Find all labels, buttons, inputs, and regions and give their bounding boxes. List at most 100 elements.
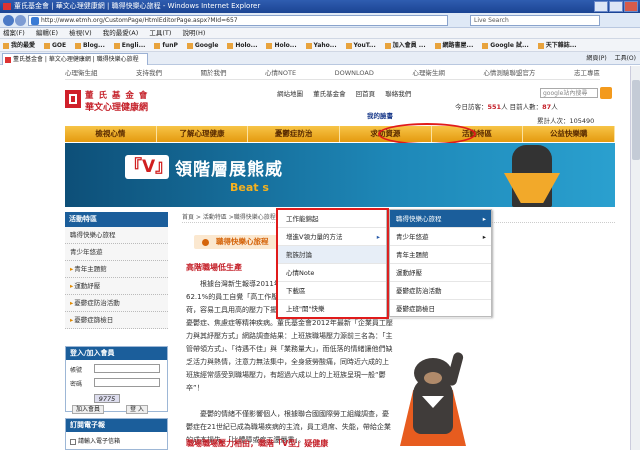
- back-icon[interactable]: [3, 15, 14, 26]
- favorite-link[interactable]: Google: [186, 42, 218, 49]
- favorite-link[interactable]: 加入會員 ...: [384, 42, 426, 49]
- favorite-link[interactable]: Holo...: [227, 42, 258, 49]
- dropdown-item[interactable]: 運動紓壓: [390, 264, 491, 282]
- menu-edit[interactable]: 編輯(E): [36, 29, 58, 37]
- toplink[interactable]: 心理衛生組: [65, 66, 98, 79]
- menu-favorites[interactable]: 我的最愛(A): [103, 29, 139, 37]
- toplink[interactable]: 關於我們: [201, 66, 227, 79]
- menu-file[interactable]: 檔案(F): [3, 29, 25, 37]
- menu-view[interactable]: 檢視(V): [69, 29, 92, 37]
- password-label: 密碼: [70, 381, 83, 388]
- toplink[interactable]: 心情測驗聯盟官方: [483, 66, 535, 79]
- favorite-link[interactable]: funP: [154, 42, 178, 49]
- favorite-link[interactable]: Blog...: [74, 42, 105, 49]
- browser-search-input[interactable]: Live Search: [470, 15, 600, 26]
- sidebar-item[interactable]: 憂鬱症防治活動: [65, 295, 168, 312]
- nav-mental-health[interactable]: 了解心理健康: [157, 126, 249, 142]
- window-title: 董氏基金會 | 華文心理健康網 | 職得快樂心旅程 - Windows Inte…: [14, 2, 261, 10]
- highlight-circle: [378, 123, 476, 145]
- header-link[interactable]: 網站地圖: [277, 90, 303, 98]
- toplink[interactable]: 支持我們: [136, 66, 162, 79]
- dropdown-item[interactable]: 憂鬱症篩檢日: [390, 300, 491, 318]
- total-label: 累計人次：: [537, 117, 570, 125]
- toplink[interactable]: 心理衛生網: [412, 66, 445, 79]
- site-favicon-icon: [5, 57, 11, 63]
- link-icon: [345, 42, 352, 49]
- bear-mascot-illustration: [400, 351, 466, 446]
- foundation-logo-icon: [65, 90, 81, 108]
- maximize-button[interactable]: [609, 1, 623, 12]
- favorite-link[interactable]: Holo...: [266, 42, 297, 49]
- epaper-subscribe[interactable]: 請輸入電子信箱: [70, 436, 120, 445]
- today-label: 今日訪客：: [455, 103, 488, 111]
- login-box: 登入/加入會員 帳號 密碼 9775 加入會員 登 入: [65, 346, 168, 414]
- login-button[interactable]: 登 入: [126, 405, 148, 414]
- header-link[interactable]: 回首頁: [356, 90, 376, 98]
- forward-icon[interactable]: [15, 15, 26, 26]
- browser-tab[interactable]: 董氏基金會 | 華文心理健康網 | 職得快樂心旅程: [2, 53, 148, 65]
- window-controls: [594, 1, 638, 12]
- scrollbar-thumb[interactable]: [632, 80, 640, 160]
- join-button[interactable]: 加入會員: [72, 405, 105, 414]
- banner-bear-illustration: [512, 145, 552, 207]
- dropdown-item[interactable]: 青年主題館: [390, 246, 491, 264]
- link-icon: [305, 42, 312, 49]
- nav-check-mood[interactable]: 檢視心情: [65, 126, 157, 142]
- online-value: 87: [542, 103, 552, 111]
- favorite-link[interactable]: Engli...: [113, 42, 145, 49]
- account-label: 帳號: [70, 367, 83, 374]
- toplink[interactable]: 心情NOTE: [265, 66, 296, 79]
- sidebar-item[interactable]: 運動紓壓: [65, 278, 168, 295]
- toplink[interactable]: 志工專區: [574, 66, 600, 79]
- favorite-link[interactable]: YouT...: [345, 42, 376, 49]
- favorite-link[interactable]: Yaho...: [305, 42, 337, 49]
- vertical-scrollbar[interactable]: [630, 66, 640, 450]
- favorite-link[interactable]: 網路書屋...: [434, 42, 473, 49]
- account-input[interactable]: [94, 364, 160, 373]
- menu-tools[interactable]: 工具(T): [149, 29, 171, 37]
- page-menu[interactable]: 網頁(P): [586, 55, 606, 62]
- dropdown-item[interactable]: 職得快樂心旅程 ▸: [390, 210, 491, 228]
- menu-bar: 檔案(F) 編輯(E) 檢視(V) 我的最愛(A) 工具(T) 說明(H): [0, 28, 640, 39]
- dropdown-label: 青少年悠遊: [396, 233, 429, 241]
- total-visits: 累計人次：105490: [537, 115, 594, 125]
- sidebar-header: 活動特區: [65, 212, 168, 227]
- favorites-bar: 我的最愛 GOE Blog... Engli... funP Google Ho…: [0, 39, 640, 52]
- header-link[interactable]: 董氏基金會: [313, 90, 346, 98]
- toplink[interactable]: DOWNLOAD: [335, 66, 374, 79]
- today-value: 551: [487, 103, 502, 111]
- facebook-link[interactable]: 我的臉書: [367, 110, 393, 120]
- dropdown-item[interactable]: 憂鬱症防治活動: [390, 282, 491, 300]
- page-viewport: 心理衛生組 支持我們 關於我們 心情NOTE DOWNLOAD 心理衛生網 心情…: [0, 66, 630, 450]
- sidebar-item[interactable]: 青年主題館: [65, 261, 168, 278]
- sidebar: 活動特區 職得快樂心旅程 青少年悠遊 青年主題館 運動紓壓 憂鬱症防治活動 憂鬱…: [65, 212, 168, 329]
- tab-label: 董氏基金會 | 華文心理健康網 | 職得快樂心旅程: [13, 56, 139, 63]
- favorite-link[interactable]: GOE: [43, 42, 66, 49]
- site-search-input[interactable]: google站內搜尋: [540, 88, 598, 98]
- favorite-link[interactable]: 天下雜誌...: [537, 42, 577, 49]
- page-tools: 網頁(P) 工具(O): [580, 52, 636, 65]
- sidebar-item[interactable]: 憂鬱症篩檢日: [65, 312, 168, 329]
- tools-menu[interactable]: 工具(O): [615, 55, 636, 62]
- favorite-link[interactable]: Google 試...: [482, 42, 529, 49]
- password-input[interactable]: [94, 378, 160, 387]
- window-titlebar: 董氏基金會 | 華文心理健康網 | 職得快樂心旅程 - Windows Inte…: [0, 0, 640, 13]
- close-button[interactable]: [624, 1, 638, 12]
- sidebar-item[interactable]: 青少年悠遊: [65, 244, 168, 261]
- header-link[interactable]: 聯絡我們: [385, 90, 411, 98]
- sidebar-item[interactable]: 職得快樂心旅程: [65, 227, 168, 244]
- site-logo[interactable]: 董 氏 基 金 會 華文心理健康網: [65, 88, 165, 116]
- online-label: 人 目前人數：: [501, 103, 543, 111]
- activities-dropdown: 職得快樂心旅程 ▸ 青少年悠遊 ▸ 青年主題館 運動紓壓 憂鬱症防治活動 憂鬱症篩檢…: [389, 209, 492, 318]
- address-field[interactable]: http://www.etmh.org/CustomPage/HtmlEdito…: [28, 15, 448, 26]
- header-links: 網站地圖 董氏基金會 回首頁 聯絡我們: [277, 88, 419, 98]
- bear-muzzle: [424, 372, 442, 384]
- dropdown-item[interactable]: 青少年悠遊 ▸: [390, 228, 491, 246]
- search-icon[interactable]: [600, 87, 612, 99]
- nav-charity-shop[interactable]: 公益快樂購: [523, 126, 616, 142]
- nav-depression[interactable]: 憂鬱症防治: [248, 126, 341, 142]
- favorite-link[interactable]: 我的最愛: [3, 42, 35, 49]
- minimize-button[interactable]: [594, 1, 608, 12]
- link-icon: [227, 42, 234, 49]
- menu-help[interactable]: 說明(H): [183, 29, 206, 37]
